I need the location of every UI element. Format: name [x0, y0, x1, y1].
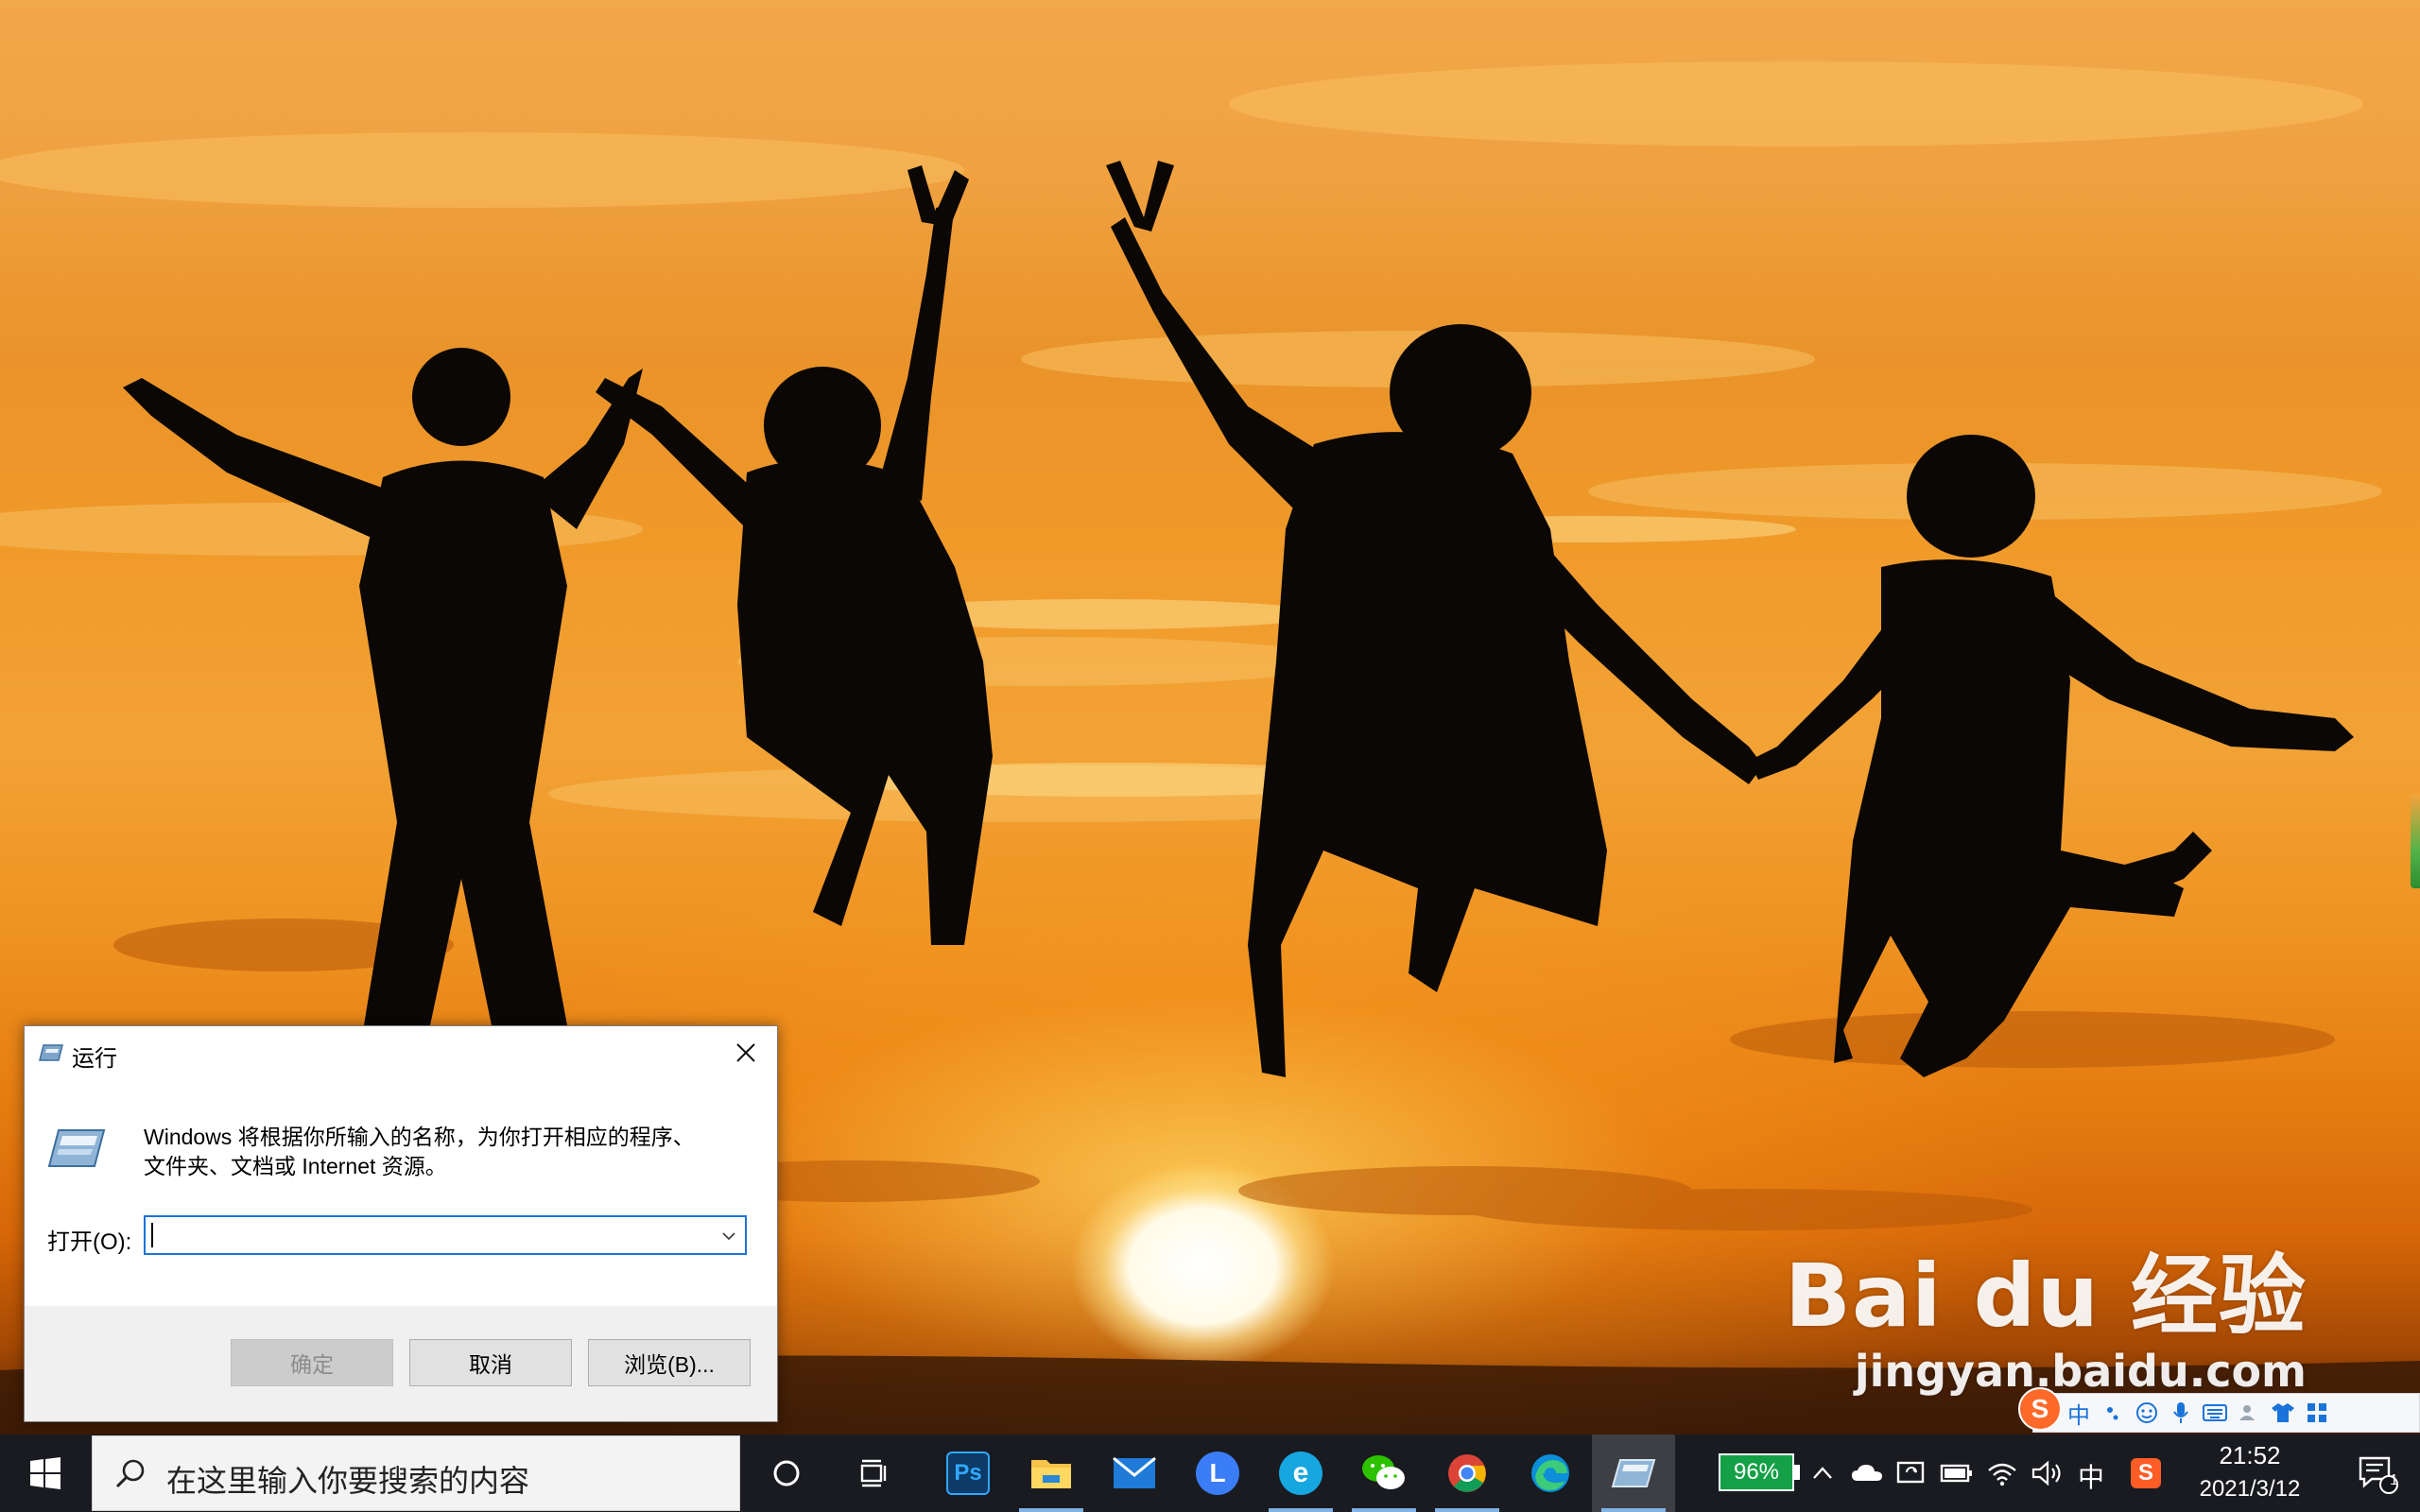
ime-mode-indicator[interactable]: 中: [2078, 1457, 2104, 1495]
edge-app[interactable]: [1509, 1435, 1592, 1512]
open-combobox[interactable]: [144, 1215, 747, 1255]
cortana-button[interactable]: [745, 1435, 828, 1512]
battery-icon: [1940, 1464, 1972, 1483]
chevron-up-icon: [1813, 1467, 1832, 1479]
photoshop-icon: Ps: [946, 1452, 990, 1495]
sync-tray[interactable]: [1893, 1454, 1930, 1492]
show-hidden-icons-button[interactable]: [1804, 1454, 1841, 1492]
mail-app[interactable]: [1093, 1435, 1176, 1512]
wechat-app[interactable]: [1342, 1435, 1426, 1512]
file-explorer-app[interactable]: [1010, 1435, 1093, 1512]
cloud-icon: [1852, 1465, 1882, 1481]
running-indicator: [1352, 1508, 1416, 1512]
notification-count: 1: [2390, 1472, 2398, 1488]
browse-button[interactable]: 浏览(B)...: [588, 1339, 751, 1386]
run-dialog-description: Windows 将根据你所输入的名称，为你打开相应的程序、 文件夹、文档或 In…: [144, 1123, 749, 1181]
chrome-app[interactable]: [1426, 1435, 1509, 1512]
windows-logo-icon: [30, 1457, 60, 1489]
running-indicator: [1435, 1508, 1499, 1512]
watermark-brand: Bai du 经验: [1784, 1246, 2307, 1347]
run-dialog-title: 运行: [72, 1046, 117, 1072]
chrome-icon: [1448, 1454, 1486, 1492]
start-button[interactable]: [0, 1435, 91, 1512]
photoshop-app[interactable]: Ps: [926, 1435, 1010, 1512]
text-cursor: [151, 1223, 153, 1247]
file-explorer-icon: [1031, 1460, 1071, 1488]
run-dialog: 运行 Windows 将根据你所输入的名称，为你打开相应的程序、 文件夹、文档或…: [24, 1025, 778, 1422]
run-app-taskbar[interactable]: [1592, 1435, 1675, 1512]
description-line-2: 文件夹、文档或 Internet 资源。: [144, 1154, 447, 1178]
running-indicator: [1269, 1508, 1333, 1512]
battery-tray[interactable]: [1938, 1454, 1976, 1492]
edge-icon: [1531, 1454, 1569, 1492]
run-program-icon: [47, 1129, 106, 1167]
ime-toolbar: S 中: [2018, 1387, 2420, 1433]
clock-time: 21:52: [2219, 1441, 2281, 1469]
sogou-tray[interactable]: S: [2127, 1454, 2165, 1492]
taskbar: 在这里输入你要搜索的内容 Ps L e 96% 中 S 21:52 2021/3…: [0, 1435, 2420, 1512]
close-icon: [736, 1043, 755, 1062]
wechat-icon: [1362, 1455, 1405, 1489]
cortana-icon: [773, 1460, 800, 1486]
skin-shirt-icon[interactable]: [2266, 1394, 2300, 1432]
ie-icon: e: [1279, 1452, 1322, 1495]
battery-badge-nub: [1794, 1465, 1800, 1480]
cancel-button[interactable]: 取消: [409, 1339, 572, 1386]
volume-tray[interactable]: [2029, 1454, 2066, 1492]
keyboard-icon[interactable]: [2198, 1394, 2232, 1432]
chevron-down-icon[interactable]: [718, 1227, 739, 1246]
run-dialog-titlebar[interactable]: 运行: [25, 1026, 777, 1081]
wifi-icon: [1988, 1463, 2016, 1486]
microphone-icon[interactable]: [2164, 1394, 2198, 1432]
description-line-1: Windows 将根据你所输入的名称，为你打开相应的程序、: [144, 1125, 695, 1149]
open-label: 打开(O):: [47, 1229, 132, 1255]
taskbar-clock[interactable]: 21:52 2021/3/12: [2184, 1438, 2316, 1506]
run-icon: [1611, 1459, 1656, 1487]
ie-app[interactable]: e: [1259, 1435, 1342, 1512]
clock-date: 2021/3/12: [2199, 1476, 2301, 1502]
ok-button[interactable]: 确定: [231, 1339, 393, 1386]
close-button[interactable]: [715, 1026, 777, 1079]
punctuation-icon[interactable]: [2096, 1394, 2130, 1432]
run-icon: [39, 1044, 63, 1061]
emoji-icon[interactable]: [2130, 1394, 2164, 1432]
sogou-s-icon: S: [2131, 1458, 2161, 1488]
action-center-button[interactable]: 1: [2335, 1435, 2420, 1512]
user-icon[interactable]: [2232, 1394, 2266, 1432]
baidu-watermark: Bai du 经验 jingyan.baidu.com: [1785, 1226, 2307, 1397]
onedrive-tray[interactable]: [1848, 1454, 1886, 1492]
speaker-icon: [2031, 1460, 2061, 1486]
lark-app[interactable]: L: [1176, 1435, 1259, 1512]
battery-percentage-badge[interactable]: 96%: [1719, 1453, 1794, 1491]
lark-icon: L: [1196, 1452, 1239, 1495]
search-icon: [115, 1459, 145, 1488]
running-indicator: [1601, 1508, 1666, 1512]
mail-icon: [1113, 1456, 1156, 1488]
task-view-icon: [860, 1459, 887, 1487]
ime-mode-toggle[interactable]: 中: [2062, 1394, 2096, 1432]
wifi-tray[interactable]: [1983, 1454, 2021, 1492]
taskbar-search-box[interactable]: 在这里输入你要搜索的内容: [92, 1435, 740, 1511]
edge-scroll-handle[interactable]: [2411, 794, 2420, 888]
toolbox-grid-icon[interactable]: [2300, 1394, 2334, 1432]
running-indicator: [1019, 1508, 1083, 1512]
search-placeholder: 在这里输入你要搜索的内容: [166, 1464, 530, 1498]
run-dialog-footer: 确定 取消 浏览(B)...: [25, 1306, 777, 1421]
open-input[interactable]: [149, 1219, 701, 1253]
screen-sync-icon: [1896, 1461, 1925, 1484]
sogou-ime-logo[interactable]: S: [2018, 1387, 2062, 1431]
task-view-button[interactable]: [834, 1435, 917, 1512]
